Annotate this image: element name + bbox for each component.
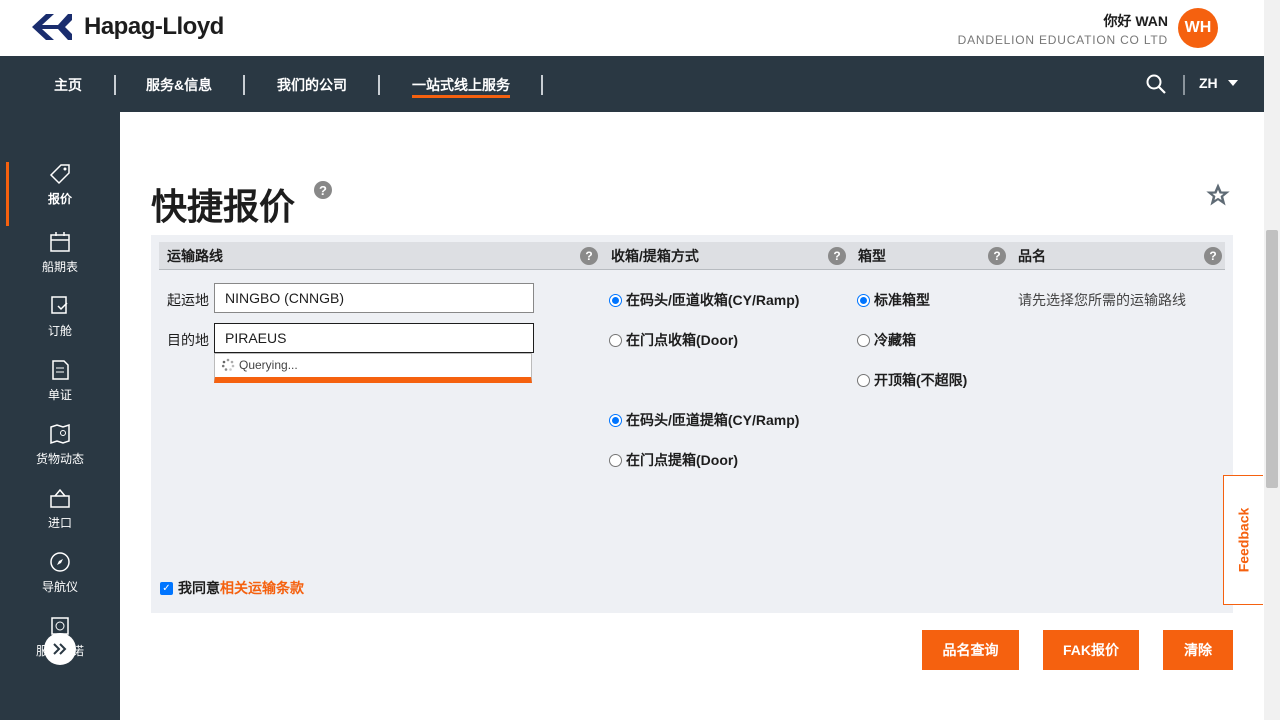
column-header-route: 运输路线 [159, 242, 603, 270]
user-greeting: 你好 WAN [1103, 13, 1168, 29]
nav-item-services[interactable]: 服务&信息 [146, 75, 212, 95]
feedback-label: Feedback [1235, 507, 1252, 573]
origin-label: 起运地 [167, 292, 209, 308]
avatar[interactable]: WH [1178, 8, 1218, 48]
help-icon[interactable]: ? [580, 247, 598, 265]
nav-item-home[interactable]: 主页 [54, 75, 82, 95]
radio-container-standard[interactable]: 标准箱型 [857, 290, 930, 310]
top-header: Hapag-Lloyd 你好 WAN DANDELION EDUCATION C… [0, 0, 1264, 56]
document-icon [52, 360, 69, 380]
hapag-lloyd-logo-icon [32, 14, 72, 40]
radio-button[interactable] [609, 413, 622, 427]
destination-input[interactable] [214, 323, 534, 353]
nav-item-company[interactable]: 我们的公司 [277, 75, 347, 95]
radio-label: 在码头/匝道收箱(CY/Ramp) [626, 292, 800, 308]
radio-pickup-door[interactable]: 在门点收箱(Door) [609, 330, 738, 350]
sidebar-item-booking[interactable]: 订舱 [0, 294, 120, 358]
brand-name: Hapag-Lloyd [84, 13, 224, 40]
radio-label: 在码头/匝道提箱(CY/Ramp) [626, 412, 800, 428]
sidebar-item-navigator[interactable]: 导航仪 [0, 550, 120, 614]
radio-delivery-cy[interactable]: 在码头/匝道提箱(CY/Ramp) [609, 410, 799, 430]
sidebar-item-label: 船期表 [41, 260, 78, 274]
sidebar-item-schedule[interactable]: 船期表 [0, 230, 120, 294]
sidebar-item-documents[interactable]: 单证 [0, 358, 120, 422]
help-icon[interactable]: ? [828, 247, 846, 265]
scrollbar-thumb[interactable] [1266, 230, 1278, 488]
radio-label: 标准箱型 [874, 292, 930, 308]
user-company: DANDELION EDUCATION CO LTD [957, 33, 1168, 47]
sidebar-item-label: 货物动态 [35, 452, 84, 466]
sidebar-item-tracking[interactable]: 货物动态 [0, 422, 120, 486]
map-pin-icon [50, 423, 70, 445]
terms-link[interactable]: 相关运输条款 [220, 578, 304, 598]
querying-status: Querying... [221, 358, 298, 372]
terms-agreement[interactable]: ✓ 我同意 相关运输条款 [160, 578, 304, 598]
main-nav: 主页 服务&信息 我们的公司 一站式线上服务 [0, 56, 1264, 112]
import-icon [50, 488, 70, 508]
sidebar: 报价 船期表 订舱 单证 货物动态 进口 导航仪 服务承诺 [0, 112, 120, 720]
sidebar-item-quote[interactable]: 报价 [0, 162, 120, 226]
help-icon[interactable]: ? [1204, 247, 1222, 265]
radio-delivery-door[interactable]: 在门点提箱(Door) [609, 450, 738, 470]
sidebar-item-label: 单证 [47, 388, 72, 402]
chevron-down-icon [1227, 80, 1238, 86]
spinner-icon [221, 358, 235, 371]
booking-icon [51, 296, 68, 314]
radio-container-opentop[interactable]: 开顶箱(不超限) [857, 370, 967, 390]
radio-label: 冷藏箱 [874, 332, 916, 348]
radio-button[interactable] [609, 453, 622, 467]
search-icon[interactable] [1146, 74, 1166, 94]
radio-button[interactable] [609, 333, 622, 347]
nav-divider [1183, 75, 1185, 95]
fak-quote-button[interactable]: FAK报价 [1043, 630, 1139, 670]
double-chevron-right-icon [53, 643, 67, 655]
sidebar-item-import[interactable]: 进口 [0, 486, 120, 550]
sidebar-item-label: 订舱 [47, 324, 72, 338]
radio-pickup-cy[interactable]: 在码头/匝道收箱(CY/Ramp) [609, 290, 799, 310]
destination-label: 目的地 [167, 332, 209, 348]
language-selector[interactable]: ZH [1199, 75, 1238, 91]
page-title: 快捷报价 [151, 186, 296, 227]
destination-suggestions: Querying... [214, 353, 532, 383]
column-header-service: 收箱/提箱方式 [603, 242, 850, 270]
brand-logo[interactable]: Hapag-Lloyd [32, 12, 224, 42]
radio-button[interactable] [857, 373, 870, 387]
querying-text: Querying... [239, 358, 298, 372]
sidebar-item-label: 导航仪 [41, 580, 78, 594]
terms-text: 我同意 [178, 580, 220, 596]
tag-icon [49, 164, 70, 185]
column-header-commodity: 品名 [1010, 242, 1225, 270]
language-label: ZH [1199, 75, 1218, 91]
commodity-hint: 请先选择您所需的运输路线 [1018, 292, 1186, 308]
nav-divider [243, 75, 245, 95]
radio-label: 开顶箱(不超限) [874, 372, 968, 388]
nav-divider [378, 75, 380, 95]
nav-divider [541, 75, 543, 95]
nav-item-online-services[interactable]: 一站式线上服务 [412, 75, 510, 98]
radio-button[interactable] [857, 333, 870, 347]
nav-divider [114, 75, 116, 95]
radio-button[interactable] [857, 293, 870, 307]
compass-icon [50, 552, 70, 572]
sidebar-expand-button[interactable] [44, 633, 76, 665]
column-header-container: 箱型 [850, 242, 1010, 270]
sidebar-item-label: 进口 [47, 516, 72, 530]
calendar-icon [50, 232, 70, 252]
radio-label: 在门点提箱(Door) [626, 452, 738, 468]
help-icon[interactable]: ? [314, 181, 332, 199]
origin-input[interactable] [214, 283, 534, 313]
clear-button[interactable]: 清除 [1163, 630, 1233, 670]
radio-container-reefer[interactable]: 冷藏箱 [857, 330, 916, 350]
help-icon[interactable]: ? [988, 247, 1006, 265]
feedback-tab[interactable]: Feedback [1223, 475, 1263, 605]
commodity-search-button[interactable]: 品名查询 [922, 630, 1019, 670]
user-info: 你好 WAN DANDELION EDUCATION CO LTD [958, 11, 1168, 47]
radio-button[interactable] [609, 293, 622, 307]
star-icon[interactable] [1204, 181, 1232, 209]
sidebar-item-label: 报价 [47, 192, 72, 206]
terms-checkbox[interactable]: ✓ [160, 581, 173, 595]
radio-label: 在门点收箱(Door) [626, 332, 738, 348]
